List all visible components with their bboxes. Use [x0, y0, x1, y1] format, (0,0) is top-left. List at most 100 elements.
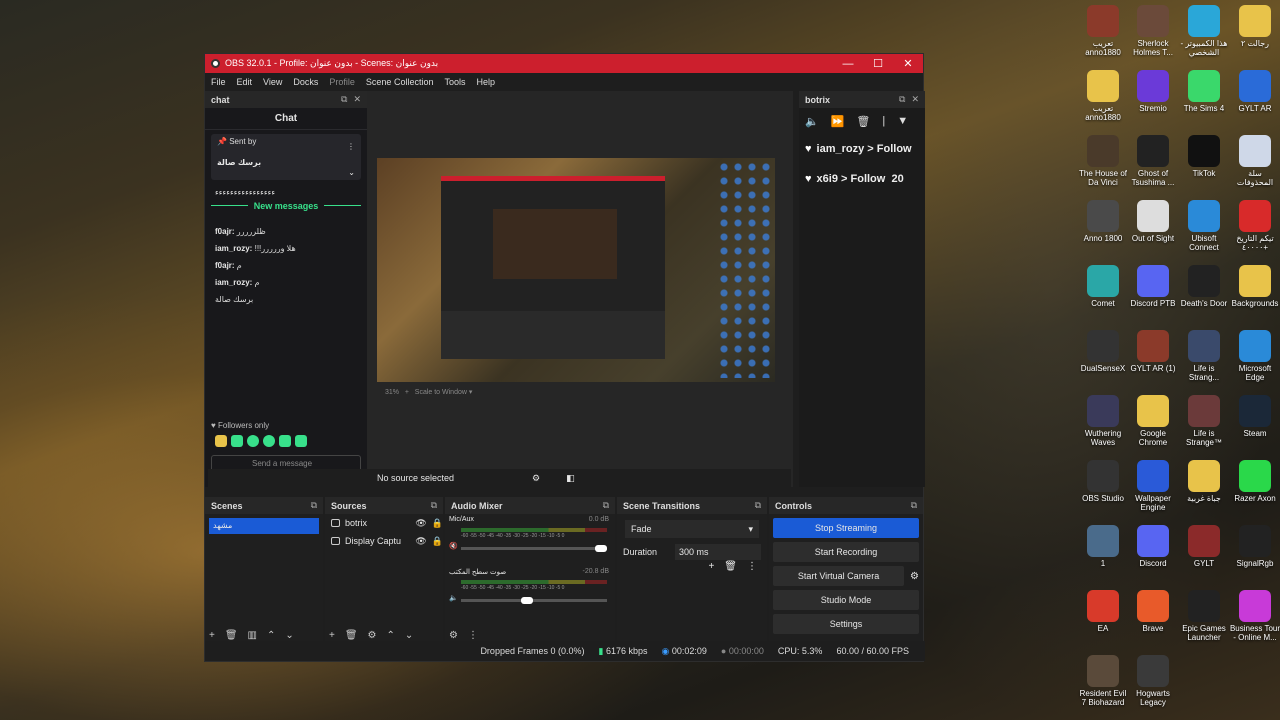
- trash-icon[interactable]: 🗑: [724, 561, 737, 572]
- more-icon[interactable]: ⋮: [747, 561, 757, 572]
- source-item[interactable]: Display Captu 👁 🔒: [325, 532, 443, 550]
- desktop-shortcut[interactable]: Resident Evil 7 Biohazard: [1077, 655, 1129, 707]
- desktop-shortcut[interactable]: Out of Sight: [1127, 200, 1179, 243]
- desktop-shortcut[interactable]: Brave: [1127, 590, 1179, 633]
- desktop-shortcut[interactable]: GYLT: [1178, 525, 1230, 568]
- scene-item[interactable]: مشهد: [209, 518, 319, 534]
- skip-icon[interactable]: ⏩: [831, 115, 845, 128]
- desktop-shortcut[interactable]: Anno 1800: [1077, 200, 1129, 243]
- close-dock-icon[interactable]: ✕: [911, 94, 919, 105]
- menu-view[interactable]: View: [263, 77, 282, 87]
- close-button[interactable]: ✕: [893, 57, 923, 70]
- undock-icon[interactable]: ⧉: [899, 94, 905, 105]
- lock-icon[interactable]: 🔒: [432, 518, 443, 529]
- chevron-down-icon[interactable]: ⌄: [348, 168, 355, 177]
- desktop-shortcut[interactable]: Wallpaper Engine: [1127, 460, 1179, 512]
- menu-file[interactable]: File: [211, 77, 226, 87]
- trash-icon[interactable]: 🗑: [856, 115, 870, 128]
- source-item[interactable]: botrix 👁 🔒: [325, 514, 443, 532]
- volume-knob[interactable]: [521, 597, 533, 604]
- start-virtual-camera-button[interactable]: Start Virtual Camera: [773, 566, 905, 586]
- lock-icon[interactable]: 🔒: [432, 536, 443, 547]
- more-icon[interactable]: ⋮: [347, 142, 355, 151]
- desktop-shortcut[interactable]: رجالت ٢: [1229, 5, 1280, 48]
- desktop-shortcut[interactable]: Stremio: [1127, 70, 1179, 113]
- add-icon[interactable]: +: [329, 630, 335, 641]
- desktop-shortcut[interactable]: Sherlock Holmes T...: [1127, 5, 1179, 57]
- menu-scene-collection[interactable]: Scene Collection: [366, 77, 434, 87]
- desktop-shortcut[interactable]: Discord: [1127, 525, 1179, 568]
- desktop-shortcut[interactable]: Ubisoft Connect: [1178, 200, 1230, 252]
- desktop-shortcut[interactable]: جباة غربية: [1178, 460, 1230, 503]
- move-up-icon[interactable]: ⌃: [387, 630, 395, 641]
- menu-edit[interactable]: Edit: [237, 77, 253, 87]
- close-dock-icon[interactable]: ✕: [353, 94, 361, 105]
- desktop-shortcut[interactable]: Life is Strang...: [1178, 330, 1230, 382]
- desktop-shortcut[interactable]: Hogwarts Legacy: [1127, 655, 1179, 707]
- eye-icon[interactable]: 👁: [415, 518, 426, 529]
- more-icon[interactable]: ⋮: [468, 630, 478, 641]
- desktop-shortcut[interactable]: تيكم التاريخ ٤٠٠٠٠+: [1229, 200, 1280, 252]
- move-down-icon[interactable]: ⌄: [405, 630, 413, 641]
- muted-speaker-icon[interactable]: 🔇: [449, 542, 458, 550]
- volume-knob[interactable]: [595, 545, 607, 552]
- emote-icon[interactable]: [247, 435, 259, 447]
- eye-icon[interactable]: 👁: [415, 536, 426, 547]
- trash-icon[interactable]: 🗑: [225, 630, 238, 641]
- duration-input[interactable]: 300 ms: [675, 544, 761, 560]
- pinned-message[interactable]: 📌 Sent by برسك صالة ⌄ ⋮: [211, 134, 361, 180]
- desktop-shortcut[interactable]: Steam: [1229, 395, 1280, 438]
- desktop-shortcut[interactable]: Comet: [1077, 265, 1129, 308]
- desktop-shortcut[interactable]: سلة المحذوفات: [1229, 135, 1280, 187]
- speaker-icon[interactable]: 🔈: [449, 594, 458, 602]
- desktop-shortcut[interactable]: Life is Strange™: [1178, 395, 1230, 447]
- desktop-shortcut[interactable]: EA: [1077, 590, 1129, 633]
- gear-icon[interactable]: ⚙: [368, 630, 377, 641]
- preview-area[interactable]: 31% + Scale to Window ▾ No source select…: [208, 91, 793, 487]
- desktop-shortcut[interactable]: Epic Games Launcher: [1178, 590, 1230, 642]
- desktop-shortcut[interactable]: 1: [1077, 525, 1129, 568]
- minimize-button[interactable]: —: [833, 58, 863, 70]
- desktop-shortcut[interactable]: DualSenseX: [1077, 330, 1129, 373]
- program-canvas[interactable]: [377, 158, 775, 382]
- trash-icon[interactable]: 🗑: [345, 630, 358, 641]
- desktop-shortcut[interactable]: Backgrounds: [1229, 265, 1280, 308]
- studio-mode-button[interactable]: Studio Mode: [773, 590, 919, 610]
- desktop-shortcut[interactable]: Ghost of Tsushima ...: [1127, 135, 1179, 187]
- desktop-shortcut[interactable]: Death's Door: [1178, 265, 1230, 308]
- desktop-shortcut[interactable]: Discord PTB: [1127, 265, 1179, 308]
- chat-username[interactable]: f0ajr:: [215, 261, 235, 270]
- move-down-icon[interactable]: ⌄: [285, 630, 293, 641]
- volume-slider[interactable]: [461, 547, 607, 550]
- desktop-shortcut[interactable]: تعريب anno1880: [1077, 70, 1129, 122]
- desktop-shortcut[interactable]: GYLT AR (1): [1127, 330, 1179, 373]
- move-up-icon[interactable]: ⌃: [267, 630, 275, 641]
- menu-tools[interactable]: Tools: [444, 77, 465, 87]
- add-icon[interactable]: +: [708, 561, 714, 572]
- desktop-shortcut[interactable]: Razer Axon: [1229, 460, 1280, 503]
- start-recording-button[interactable]: Start Recording: [773, 542, 919, 562]
- volume-icon[interactable]: 🔈: [805, 115, 819, 128]
- emote-icon[interactable]: [231, 435, 243, 447]
- undock-icon[interactable]: ⧉: [603, 500, 609, 511]
- emote-icon[interactable]: [215, 435, 227, 447]
- undock-icon[interactable]: ⧉: [911, 500, 917, 511]
- stop-streaming-button[interactable]: Stop Streaming: [773, 518, 919, 538]
- undock-icon[interactable]: ⧉: [311, 500, 317, 511]
- chat-username[interactable]: iam_rozy:: [215, 278, 252, 287]
- desktop-shortcut[interactable]: Business Tour - Online M...: [1229, 590, 1280, 642]
- gear-icon[interactable]: ⚙: [449, 630, 458, 641]
- chat-username[interactable]: iam_rozy:: [215, 244, 252, 253]
- emote-icon[interactable]: [295, 435, 307, 447]
- transition-select[interactable]: Fade ▾: [625, 520, 759, 538]
- desktop-shortcut[interactable]: تعريب anno1880: [1077, 5, 1129, 57]
- desktop-shortcut[interactable]: Wuthering Waves: [1077, 395, 1129, 447]
- chat-username[interactable]: f0ajr:: [215, 227, 235, 236]
- desktop-shortcut[interactable]: OBS Studio: [1077, 460, 1129, 503]
- desktop-shortcut[interactable]: Google Chrome: [1127, 395, 1179, 447]
- undock-icon[interactable]: ⧉: [431, 500, 437, 511]
- emote-icon[interactable]: [279, 435, 291, 447]
- volume-slider[interactable]: [461, 599, 607, 602]
- gear-icon[interactable]: ⚙: [532, 473, 540, 484]
- filter-icon[interactable]: ▼: [897, 115, 908, 127]
